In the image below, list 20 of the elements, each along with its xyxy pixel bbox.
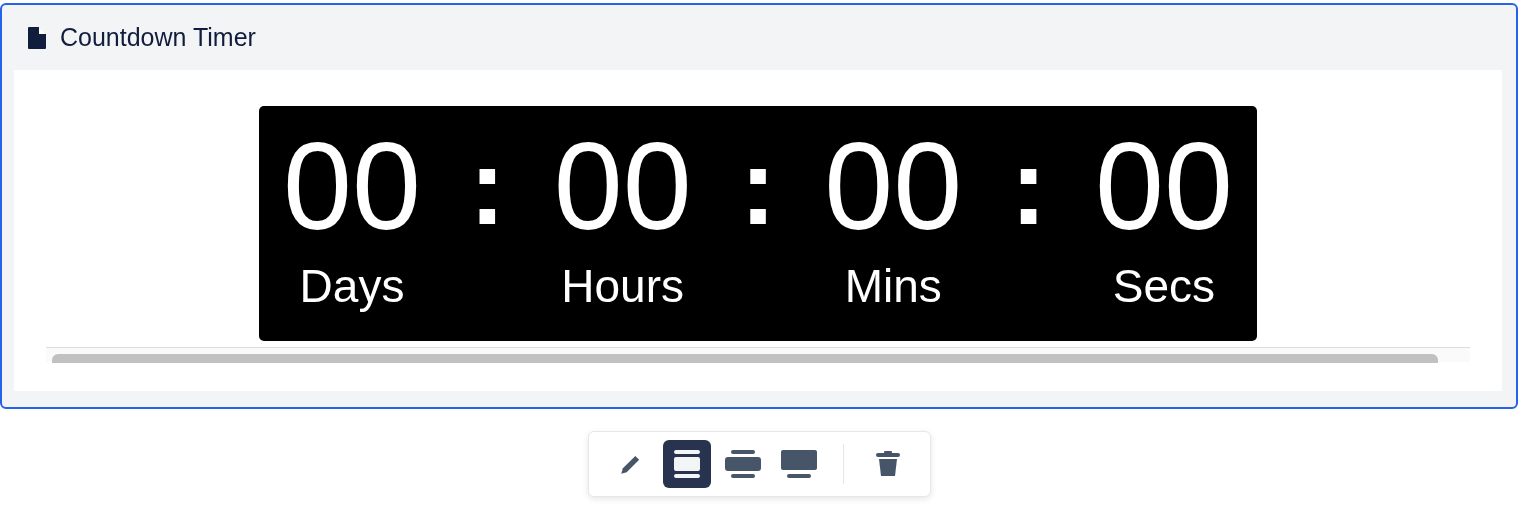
- document-icon: [28, 26, 46, 49]
- time-value: 00: [1094, 128, 1233, 244]
- time-label: Mins: [844, 259, 942, 314]
- time-value: 00: [824, 128, 963, 244]
- monitor-icon: [780, 450, 817, 478]
- block-panel[interactable]: Countdown Timer 00 Days : 00 Hours : 00 Mins : 00 Secs: [0, 3, 1518, 409]
- time-label: Secs: [1112, 259, 1216, 314]
- time-value: 00: [283, 128, 421, 244]
- time-label: Hours: [561, 259, 684, 314]
- time-separator: :: [1010, 128, 1047, 249]
- trash-icon: [875, 451, 900, 477]
- time-separator: :: [739, 128, 777, 249]
- wide-layout-icon: [724, 450, 761, 478]
- time-separator: :: [469, 128, 506, 249]
- time-value: 00: [553, 128, 692, 244]
- layout-contained-button[interactable]: [662, 440, 711, 488]
- time-label: Days: [299, 259, 405, 314]
- layout-icon: [671, 450, 702, 478]
- scrollbar-thumb[interactable]: [52, 354, 1438, 363]
- block-title: Countdown Timer: [60, 23, 256, 52]
